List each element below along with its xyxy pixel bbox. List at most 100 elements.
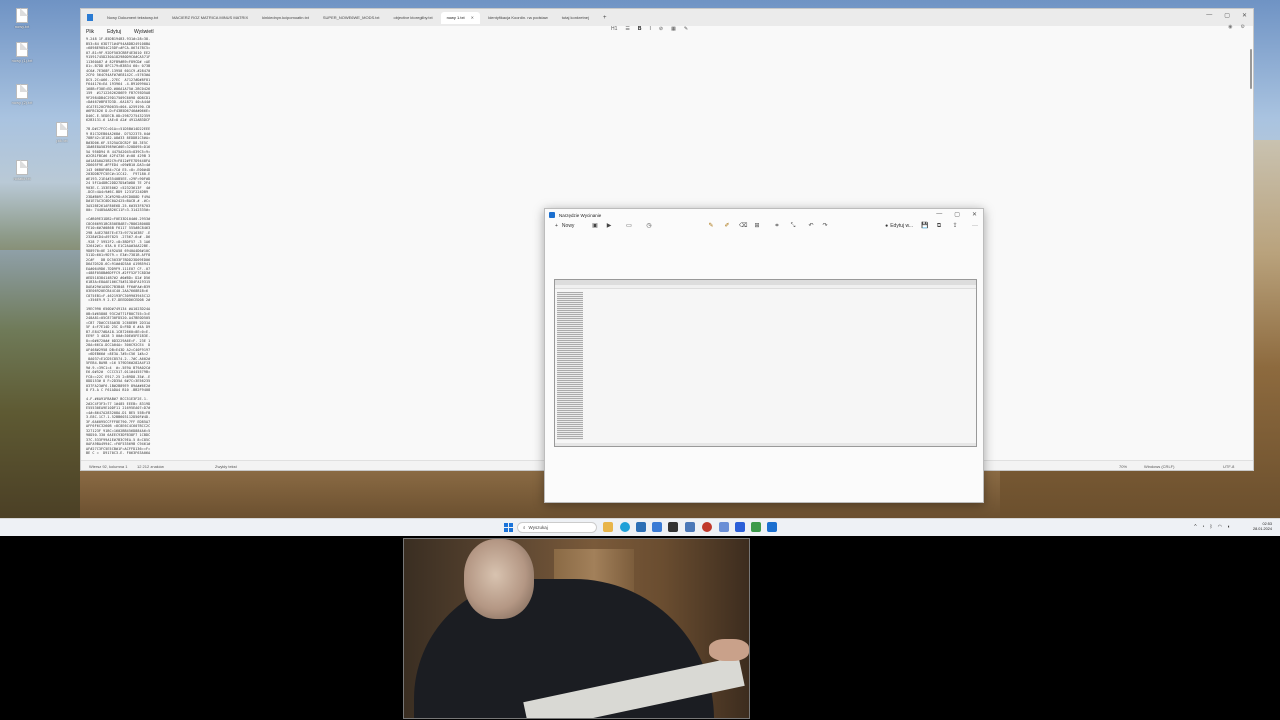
webcam-hand	[709, 639, 749, 661]
store-icon[interactable]	[636, 522, 646, 532]
close-button[interactable]: ✕	[1242, 12, 1247, 19]
table-button[interactable]: ▦	[671, 26, 676, 32]
status-format: Zwykły tekst	[215, 464, 237, 469]
edit-in-paint-button[interactable]: ● Edytuj w...	[885, 223, 913, 229]
notepad-tab[interactable]: tutaj konkretnej	[556, 12, 595, 24]
app-icon[interactable]	[735, 522, 745, 532]
preview-text	[557, 292, 583, 440]
preview-status	[555, 443, 976, 446]
snip-shape-icon[interactable]: ▭	[625, 222, 633, 230]
search-box[interactable]: ⌕ Wyszukaj	[517, 522, 597, 533]
screenshot-mode-icon[interactable]: ▣	[591, 222, 599, 230]
desktop: nowy.txt nowy (1).txt nowy (2).txt plik.…	[0, 0, 1280, 536]
desktop-file-icon[interactable]: nowy (1).txt	[2, 42, 42, 64]
close-icon[interactable]: ✕	[471, 15, 474, 20]
desktop-file-icon[interactable]: nowy.txt	[2, 8, 42, 30]
app-icon[interactable]	[702, 522, 712, 532]
menu-file[interactable]: Plik	[86, 29, 94, 35]
new-tab-button[interactable]: +	[603, 15, 607, 21]
maximize-button[interactable]: ▢	[954, 211, 960, 218]
desktop-wallpaper-hills	[0, 250, 90, 520]
search-placeholder: Wyszukaj	[528, 525, 548, 530]
plus-icon: +	[555, 223, 558, 229]
status-zoom: 70%	[1119, 464, 1128, 469]
desktop-file-icon[interactable]: notatki.txt	[2, 160, 42, 182]
start-button[interactable]	[504, 523, 513, 532]
notepad-tab[interactable]: Identyfikacja Koordin. na podstaw	[482, 12, 554, 24]
network-icon[interactable]: ◔	[1202, 524, 1205, 530]
app-icon[interactable]	[685, 522, 695, 532]
settings-gear-icon[interactable]: ⚙	[1241, 24, 1245, 30]
edge-browser-icon[interactable]	[620, 522, 630, 532]
snipping-tool-taskbar-icon[interactable]	[767, 522, 777, 532]
mail-icon[interactable]	[652, 522, 662, 532]
share-icon[interactable]: ⇪	[951, 222, 959, 230]
window-controls: — ▢ ✕	[936, 211, 977, 218]
list-button[interactable]: ☰	[625, 26, 629, 32]
link-button[interactable]: ⊘	[659, 26, 663, 32]
eraser-icon[interactable]: ⌫	[739, 222, 747, 230]
notepad-tab[interactable]: objective ktoregilby.txt	[388, 12, 439, 24]
maximize-button[interactable]: ▢	[1224, 12, 1230, 19]
snip-app-icon	[549, 212, 555, 218]
notepad-tab[interactable]: SUPER_NOWE6WE_MODS.txt	[317, 12, 386, 24]
notepad-tab-active[interactable]: nowy 1.txt ✕	[440, 11, 480, 24]
status-line-ending: Windows (CRLF)	[1144, 464, 1175, 469]
crop-icon[interactable]: ⌗	[773, 222, 781, 230]
notepad-taskbar-icon[interactable]	[719, 522, 729, 532]
italic-button[interactable]: I	[650, 26, 651, 32]
clock-date: 28.01.2024	[1252, 527, 1272, 531]
status-position: Wiersz 92, kolumna 1	[89, 464, 128, 469]
copilot-icon[interactable]: ◉	[1228, 24, 1232, 30]
window-controls: — ▢ ✕	[1206, 12, 1247, 19]
menu-view[interactable]: Wyświetl	[134, 29, 154, 35]
desktop-file-icon[interactable]: nowy (2).txt	[2, 84, 42, 106]
status-chars: 12 212 znaków	[137, 464, 164, 469]
undo-icon[interactable]: ↶	[807, 222, 815, 230]
ocr-icon[interactable]: ⊞	[753, 222, 761, 230]
minimize-button[interactable]: —	[936, 211, 942, 218]
clock[interactable]: 02:53 28.01.2024	[1253, 522, 1272, 532]
edit-in-label: Edytuj w...	[890, 223, 913, 229]
tab-label: kinkiednyn.kcipomoatin.txt	[262, 14, 309, 20]
app-icon[interactable]	[751, 522, 761, 532]
more-options-button[interactable]: ···	[971, 222, 979, 230]
bluetooth-icon[interactable]: ᛒ	[1210, 524, 1213, 530]
github-icon[interactable]	[668, 522, 678, 532]
notepad-tab[interactable]: MACIERZ ROZ MATRICA MINUS MATRIX	[166, 12, 254, 24]
snip-preview-canvas[interactable]	[554, 279, 977, 447]
save-icon[interactable]: 💾	[921, 222, 929, 230]
tab-label: nowy 1.txt	[446, 14, 465, 20]
tab-label: tutaj konkretnej	[561, 14, 589, 20]
new-snip-button[interactable]: + Nowy	[555, 223, 574, 229]
file-explorer-icon[interactable]	[603, 522, 613, 532]
snip-window-title: Narzędzie Wycinanie	[559, 212, 602, 218]
notepad-tab[interactable]: Nowy Dokument tekstowy.txt	[101, 12, 164, 24]
notepad-app-icon	[87, 14, 93, 21]
copy-icon[interactable]: ⧉	[935, 222, 943, 230]
tab-label: Nowy Dokument tekstowy.txt	[107, 14, 159, 20]
minimize-button[interactable]: —	[1206, 12, 1212, 19]
heading-button[interactable]: H1	[611, 26, 617, 32]
clear-format-button[interactable]: ✎	[684, 26, 688, 32]
wifi-icon[interactable]: ◠	[1218, 524, 1222, 530]
touch-write-icon[interactable]: ⤡	[789, 222, 797, 230]
pen-icon[interactable]: ✎	[707, 222, 715, 230]
timer-icon[interactable]: ◷	[645, 222, 653, 230]
preview-menu	[555, 285, 976, 289]
chevron-up-icon[interactable]: ^	[1194, 524, 1196, 530]
highlighter-icon[interactable]: ✐	[723, 222, 731, 230]
video-mode-icon[interactable]: ▶	[605, 222, 613, 230]
scrollbar[interactable]	[1250, 49, 1252, 89]
redo-icon[interactable]: ↷	[821, 222, 829, 230]
notepad-text-area[interactable]: 9.248 1F.85DB194B3.931#=28=38. B53=84 63…	[86, 37, 168, 455]
desktop-file-icon[interactable]: plik.txt	[42, 122, 82, 144]
close-button[interactable]: ✕	[972, 211, 977, 218]
tab-label: MACIERZ ROZ MATRICA MINUS MATRIX	[172, 14, 249, 20]
search-icon: ⌕	[523, 525, 526, 530]
bold-button[interactable]: B	[638, 26, 642, 32]
menu-edit[interactable]: Edytuj	[107, 29, 121, 35]
snip-title-bar: Narzędzie Wycinanie — ▢ ✕	[545, 209, 983, 221]
speaker-icon[interactable]: ◖	[1227, 524, 1230, 530]
notepad-tab[interactable]: kinkiednyn.kcipomoatin.txt	[256, 12, 315, 24]
